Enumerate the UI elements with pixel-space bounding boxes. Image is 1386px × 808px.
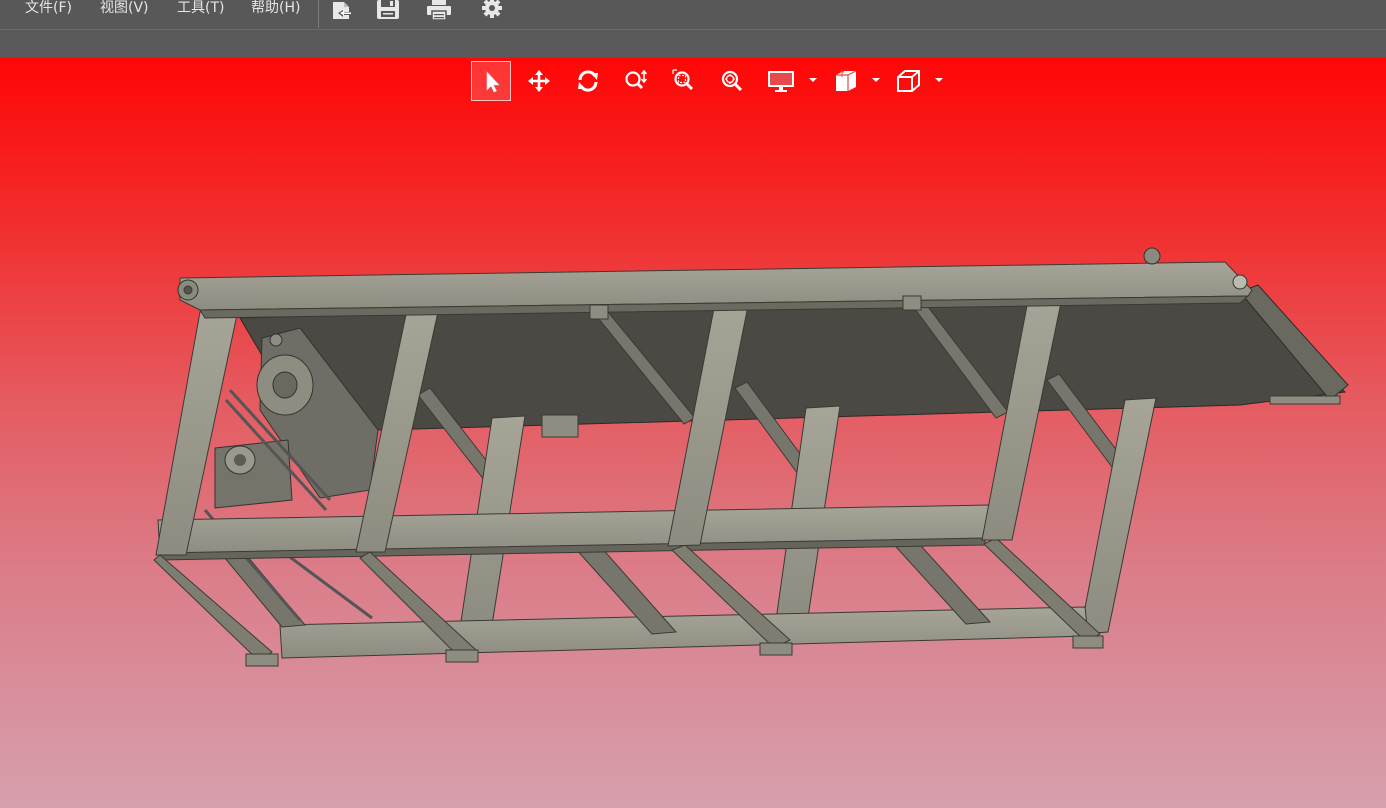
secondary-toolbar <box>0 30 1386 58</box>
open-icon[interactable] <box>330 0 358 22</box>
menu-help[interactable]: 帮助(H) <box>251 0 300 18</box>
menu-bar: 文件(F) 视图(V) 工具(T) 帮助(H) <box>0 0 1386 30</box>
settings-icon[interactable] <box>480 0 508 22</box>
menu-view[interactable]: 视图(V) <box>100 0 149 18</box>
menu-file[interactable]: 文件(F) <box>25 0 72 18</box>
save-icon[interactable] <box>376 0 404 22</box>
menu-separator <box>318 0 319 28</box>
conveyor-model[interactable] <box>0 58 1386 808</box>
print-icon[interactable] <box>426 0 454 22</box>
3d-viewport[interactable] <box>0 58 1386 808</box>
menu-tools[interactable]: 工具(T) <box>177 0 224 18</box>
